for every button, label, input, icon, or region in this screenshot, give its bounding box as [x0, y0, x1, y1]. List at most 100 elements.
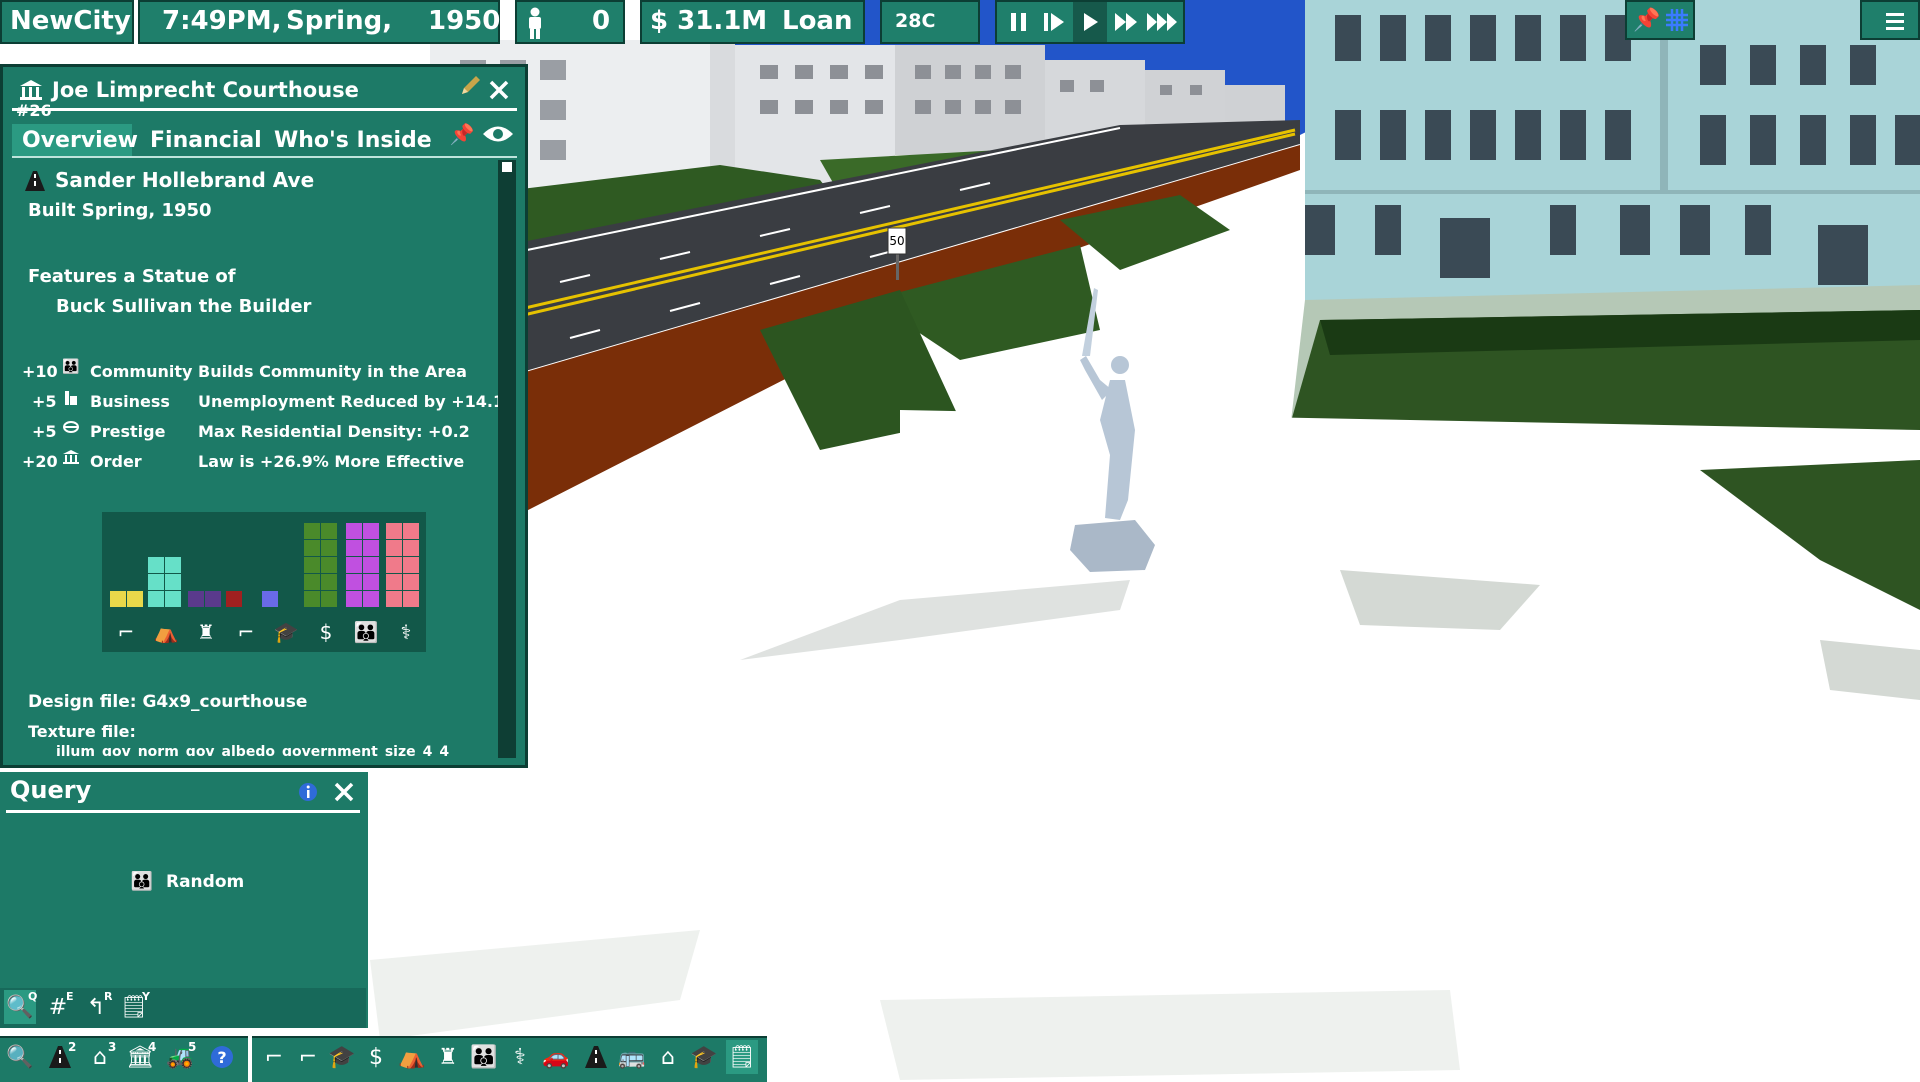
bar-medical-icon[interactable]: ⚕	[504, 1040, 536, 1074]
step-forward-icon[interactable]	[1038, 8, 1070, 36]
stat-block	[148, 574, 164, 590]
hotkey-5: 5	[188, 1040, 197, 1054]
stat-block	[363, 540, 379, 556]
stat-block	[304, 557, 320, 573]
effect-amount-order: +20	[22, 452, 58, 471]
bar-newspaper-icon[interactable]: 🗒	[726, 1040, 758, 1074]
residential-icon: ⛺	[153, 620, 179, 644]
stat-block	[262, 591, 278, 607]
effect-amount-business: +5	[32, 392, 57, 411]
money-hand-icon: $	[319, 620, 333, 644]
time-display: 7:49PM,	[162, 6, 282, 36]
pencil-edit-icon[interactable]	[456, 72, 484, 100]
fastest-forward-icon[interactable]	[1145, 8, 1181, 36]
effect-desc-community: Builds Community in the Area	[198, 362, 467, 381]
order-icon	[60, 448, 82, 466]
tab-whos-inside[interactable]: Who's Inside	[274, 128, 432, 153]
stat-block	[110, 591, 126, 607]
temperature-display: 28C	[895, 10, 936, 32]
building-address[interactable]: Sander Hollebrand Ave	[55, 168, 314, 192]
grid-icon[interactable]	[1663, 6, 1691, 34]
tower-icon: ♜	[197, 620, 215, 644]
speed-limit-sign: 50	[889, 234, 904, 248]
bar-home-icon[interactable]: ⌂	[652, 1040, 684, 1074]
city-name: NewCity	[10, 6, 131, 36]
random-family-icon[interactable]: 👪	[126, 868, 158, 894]
year-display: 1950	[428, 6, 501, 36]
query-hotkey-e: E	[66, 990, 74, 1003]
panel-scrollbar-track[interactable]	[498, 160, 516, 758]
family-icon: 👪	[353, 620, 379, 644]
bar-road-icon[interactable]	[580, 1040, 612, 1074]
search-tool-icon[interactable]: 🔍	[4, 1040, 36, 1074]
stat-block	[165, 591, 181, 607]
stat-block	[363, 523, 379, 539]
community-icon: 👪	[62, 359, 80, 375]
fast-forward-icon[interactable]	[1110, 8, 1142, 36]
bar-money-hand-icon[interactable]: $	[360, 1040, 392, 1074]
population-count: 0	[592, 6, 611, 36]
stat-block	[165, 557, 181, 573]
feature-line-1: Features a Statue of	[28, 266, 236, 287]
panel-scrollbar-thumb[interactable]	[502, 162, 512, 172]
effect-category-business: Business	[90, 392, 170, 411]
stat-block	[205, 591, 221, 607]
stat-block	[321, 540, 337, 556]
tab-underline	[12, 156, 517, 158]
close-panel-icon[interactable]	[485, 76, 513, 104]
effect-desc-business: Unemployment Reduced by +14.1	[198, 392, 498, 411]
stat-block	[148, 557, 164, 573]
bar-roads-icon[interactable]: ⌐	[258, 1040, 290, 1074]
hamburger-menu-icon[interactable]	[1880, 8, 1910, 34]
stat-block	[346, 557, 362, 573]
effect-desc-prestige: Max Residential Density: +0.2	[198, 422, 470, 441]
close-query-icon[interactable]	[330, 778, 358, 806]
bar-transit-icon[interactable]: 🚌	[616, 1040, 648, 1074]
stat-block	[346, 591, 362, 607]
bar-residential-icon[interactable]: ⛺	[396, 1040, 428, 1074]
info-icon[interactable]	[296, 780, 320, 804]
pin-panel-icon[interactable]: 📌	[448, 120, 476, 148]
bar-education-icon[interactable]: 🎓	[326, 1040, 358, 1074]
stat-block	[304, 540, 320, 556]
effect-amount-prestige: +5	[32, 422, 57, 441]
stat-block	[127, 591, 143, 607]
play-icon[interactable]	[1073, 2, 1107, 42]
pause-icon[interactable]	[1003, 8, 1035, 36]
stat-block	[403, 523, 419, 539]
query-hotkey-r: R	[104, 990, 113, 1003]
tab-financial[interactable]: Financial	[150, 128, 262, 153]
roads-icon: ⌐	[117, 620, 135, 644]
bar-car-icon[interactable]: 🚗	[540, 1040, 572, 1074]
stat-block	[165, 574, 181, 590]
bar-gun-icon[interactable]: ⌐	[292, 1040, 324, 1074]
stat-block	[304, 574, 320, 590]
person-icon	[524, 6, 546, 40]
stat-block	[403, 574, 419, 590]
bar-tower-icon[interactable]: ♜	[432, 1040, 464, 1074]
stat-block	[403, 557, 419, 573]
season-display: Spring,	[286, 6, 393, 36]
stat-block	[148, 591, 164, 607]
stat-block	[346, 574, 362, 590]
stat-block	[363, 557, 379, 573]
bar-family-icon[interactable]: 👪	[468, 1040, 500, 1074]
query-title: Query	[10, 776, 92, 804]
texture-file-label: Texture file:	[28, 722, 136, 741]
loan-label[interactable]: Loan	[782, 6, 852, 36]
tab-overview[interactable]: Overview	[22, 128, 138, 153]
bar-education-alt-icon[interactable]: 🎓	[688, 1040, 720, 1074]
pin-icon[interactable]: 📌	[1633, 6, 1661, 34]
stat-block	[321, 523, 337, 539]
medical-icon: ⚕	[400, 620, 412, 644]
prestige-icon	[60, 418, 82, 436]
stat-block	[386, 557, 402, 573]
eye-icon[interactable]	[480, 120, 516, 148]
help-icon[interactable]: ?	[206, 1040, 238, 1074]
random-label[interactable]: Random	[166, 872, 244, 892]
stat-block	[304, 591, 320, 607]
hotkey-4: 4	[148, 1040, 157, 1054]
stat-block	[403, 591, 419, 607]
effect-amount-community: +10	[22, 362, 58, 381]
building-title: Joe Limprecht Courthouse	[52, 78, 359, 102]
